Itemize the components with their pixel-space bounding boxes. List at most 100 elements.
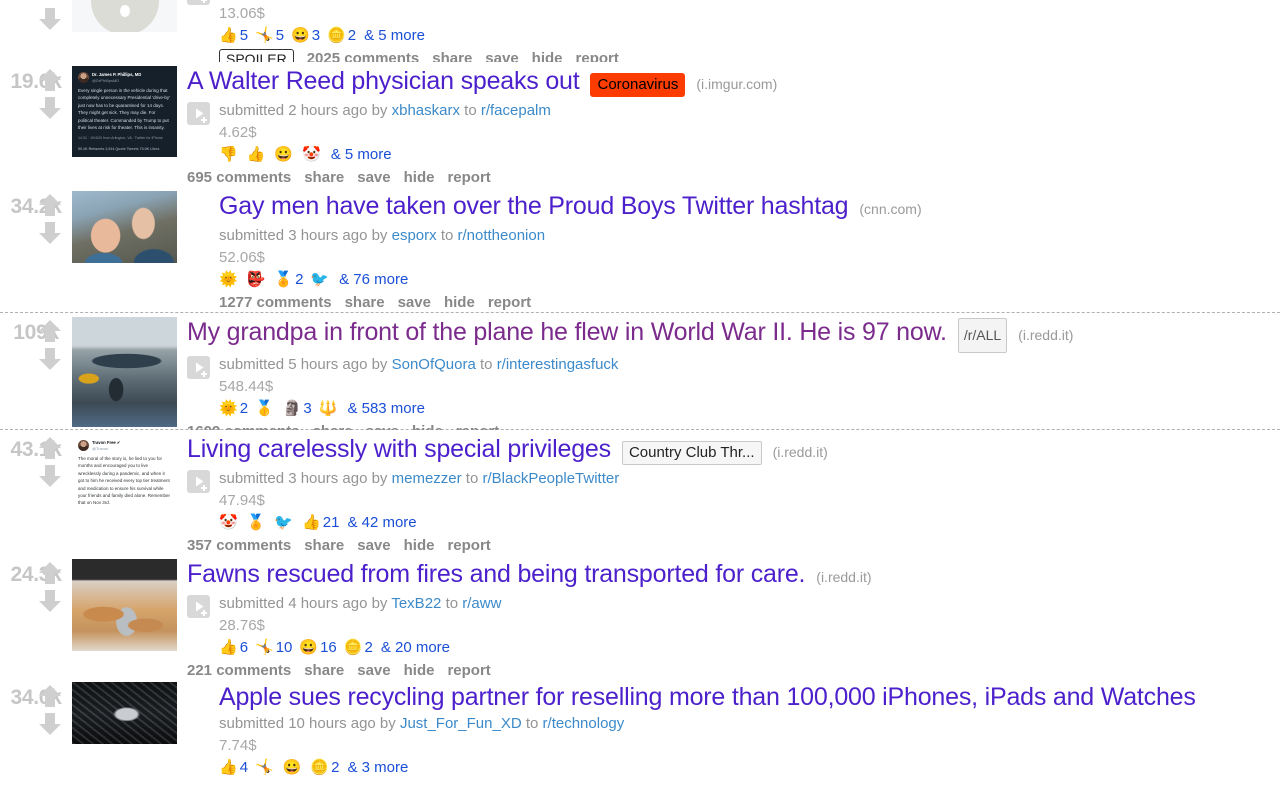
expando-play-button[interactable] [187, 470, 210, 493]
post-title-link[interactable]: Gay men have taken over the Proud Boys T… [219, 191, 849, 221]
submitted-text: submitted 3 hours ago by [219, 227, 388, 244]
award-icon: 🪙 [327, 27, 346, 44]
to-label: to [465, 470, 479, 487]
expando-text-post-button[interactable] [187, 0, 210, 5]
post-thumbnail[interactable]: Dr. James P. Phillips, MD @DrPhillipsMD … [72, 66, 177, 157]
award-item[interactable]: 🔱 [319, 401, 340, 416]
award-item[interactable]: 👎 [219, 147, 240, 162]
awards-more-link[interactable]: & 3 more [347, 756, 408, 779]
award-icon: 👍 [219, 639, 238, 656]
award-item[interactable]: 😀 [283, 760, 304, 775]
post-title-link[interactable]: Fawns rescued from fires and being trans… [187, 559, 805, 589]
award-item[interactable]: 🥇 [255, 401, 276, 416]
award-item[interactable]: 🤸 5 [255, 24, 284, 47]
award-item[interactable]: 😀 [274, 147, 295, 162]
awards-more-link[interactable]: & 5 more [364, 24, 425, 47]
post-flair[interactable]: Country Club Thr... [621, 441, 762, 465]
awards-more-link[interactable]: & 42 more [347, 511, 416, 534]
award-icon: 👍 [219, 759, 238, 776]
award-icon: 😀 [291, 27, 310, 44]
award-icon: 🪙 [343, 639, 363, 656]
award-item[interactable]: 👍 6 [219, 636, 248, 659]
award-item[interactable]: 🌞 2 [219, 397, 248, 420]
photo-thumbnail [72, 682, 177, 744]
award-item[interactable]: 🤸 10 [255, 636, 292, 659]
award-item[interactable]: 👍 [247, 147, 268, 162]
award-count: 2 [239, 400, 249, 417]
expando-play-button[interactable] [187, 356, 210, 379]
award-icon: 😀 [282, 759, 302, 776]
award-item[interactable]: 🤡 [219, 515, 240, 530]
subreddit-link[interactable]: r/BlackPeopleTwitter [482, 470, 619, 487]
award-icon: 🤸 [255, 639, 274, 656]
expando-play-button[interactable] [187, 102, 210, 125]
post-tagline: submitted 4 hours ago by TexB22 to r/aww [219, 592, 1276, 615]
awards-more-link[interactable]: & 583 more [347, 397, 425, 420]
author-link[interactable]: SonOfQuora [392, 356, 476, 373]
post-domain[interactable]: (cnn.com) [859, 194, 921, 224]
author-link[interactable]: xbhaskarx [392, 102, 460, 119]
award-item[interactable]: 🪙 2 [310, 756, 339, 779]
post-title-link[interactable]: Apple sues recycling partner for reselli… [219, 682, 1196, 712]
subreddit-link[interactable]: r/aww [462, 595, 501, 612]
post-domain[interactable]: (i.redd.it) [773, 437, 828, 467]
subreddit-link[interactable]: r/interestingasfuck [497, 356, 619, 373]
post-tagline: submitted 5 hours ago by SonOfQuora to r… [219, 353, 1276, 376]
post-listing-item: 109k My grandpa in front of the plane he… [0, 312, 1280, 440]
award-item[interactable]: 🤡 [302, 147, 323, 162]
award-item[interactable]: 🐦 [310, 272, 331, 287]
award-item[interactable]: 🏅 [247, 515, 268, 530]
post-thumbnail[interactable] [72, 317, 177, 427]
post-domain[interactable]: (i.redd.it) [1018, 320, 1073, 350]
award-item[interactable]: 🏅 2 [274, 268, 303, 291]
award-count: 2 [364, 639, 373, 656]
award-icon: 🔱 [318, 400, 338, 417]
subreddit-link[interactable]: r/nottheonion [458, 227, 546, 244]
award-item[interactable]: 👺 [247, 272, 268, 287]
subreddit-link[interactable]: r/technology [543, 715, 625, 732]
award-item[interactable]: 😀 16 [299, 636, 336, 659]
expando-play-button[interactable] [187, 595, 210, 618]
post-award-value: 28.76$ [219, 617, 265, 634]
post-thumbnail[interactable] [72, 191, 177, 263]
award-icon: 👺 [246, 271, 266, 288]
submitted-text: submitted 4 hours ago by [219, 595, 388, 612]
post-title-link[interactable]: A Walter Reed physician speaks out [187, 66, 580, 96]
author-link[interactable]: Just_For_Fun_XD [400, 715, 522, 732]
post-thumbnail[interactable] [72, 0, 177, 32]
post-thumbnail[interactable] [72, 559, 177, 651]
author-link[interactable]: TexB22 [391, 595, 441, 612]
post-awards-row: 🤡 🏅 🐦 👍 21 & 42 more [219, 511, 1276, 534]
author-link[interactable]: esporx [392, 227, 437, 244]
awards-more-link[interactable]: & 5 more [331, 143, 392, 166]
post-title-link[interactable]: My grandpa in front of the plane he flew… [187, 317, 947, 347]
post-title-link[interactable]: Living carelessly with special privilege… [187, 434, 611, 464]
awards-more-link[interactable]: & 76 more [339, 268, 408, 291]
to-label: to [464, 102, 477, 119]
post-domain[interactable]: (i.redd.it) [816, 562, 871, 592]
post-domain[interactable]: (i.imgur.com) [696, 69, 777, 99]
award-item[interactable]: 🐦 [274, 515, 295, 530]
award-item[interactable]: 👍 5 [219, 24, 248, 47]
post-thumbnail[interactable] [72, 682, 177, 744]
award-item[interactable]: 🗿 3 [283, 397, 312, 420]
post-entry: Living carelessly with special privilege… [187, 430, 1280, 558]
award-item[interactable]: 👍 21 [302, 511, 339, 534]
award-item[interactable]: 🤸 [255, 760, 276, 775]
post-thumbnail[interactable]: Travon Free ✔ @Travon The moral of the s… [72, 434, 177, 513]
post-flair[interactable]: Coronavirus [590, 73, 686, 97]
vote-column: 19.6k [0, 62, 72, 119]
award-item[interactable]: 😀 3 [291, 24, 320, 47]
awards-more-link[interactable]: & 20 more [381, 636, 450, 659]
subreddit-link[interactable]: r/facepalm [481, 102, 551, 119]
award-icon: 👍 [219, 27, 238, 44]
award-item[interactable]: 🪙 2 [344, 636, 373, 659]
author-link[interactable]: memezzer [392, 470, 462, 487]
award-icon: 😀 [274, 146, 294, 163]
award-item[interactable]: 🌞 [219, 272, 240, 287]
award-item[interactable]: 🪙 2 [327, 24, 356, 47]
to-label: to [525, 715, 539, 732]
post-title-line: A Walter Reed physician speaks out Coron… [187, 66, 1276, 99]
award-item[interactable]: 👍 4 [219, 756, 248, 779]
award-icon: 🤡 [302, 146, 321, 163]
